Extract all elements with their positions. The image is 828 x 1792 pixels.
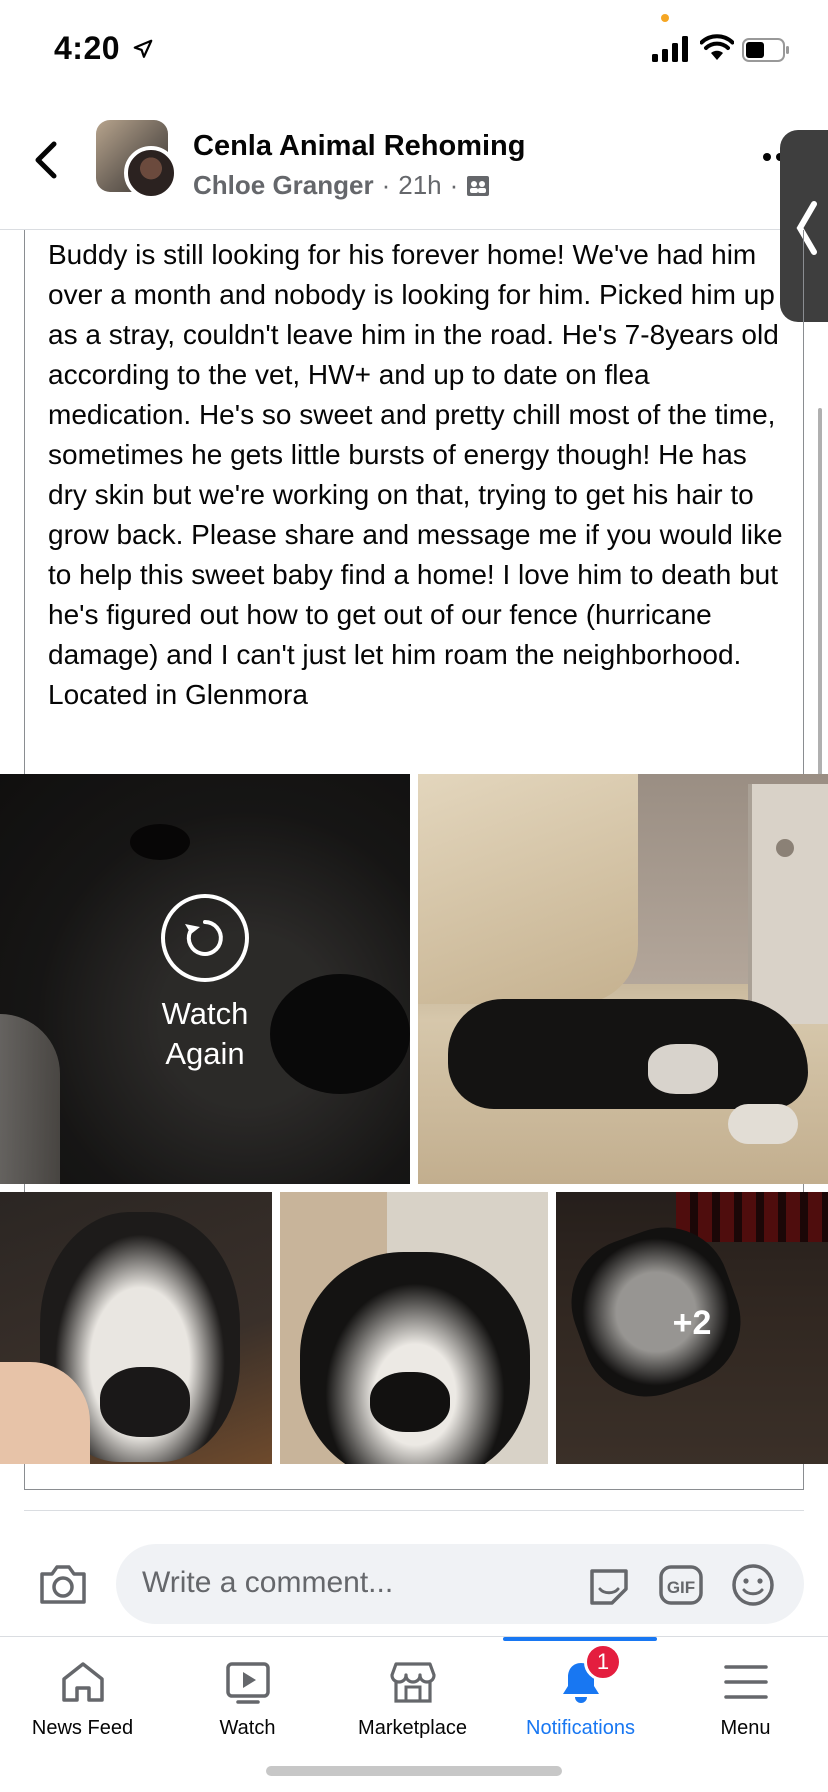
nav-label: Notifications: [526, 1717, 635, 1739]
post-header: Cenla Animal Rehoming Chloe Granger · 21…: [0, 100, 828, 230]
divider: [24, 1510, 804, 1511]
comment-bar: Write a comment... GIF: [0, 1530, 828, 1636]
location-arrow-icon: [133, 39, 153, 58]
sticker-icon[interactable]: [586, 1563, 632, 1607]
nav-label: Marketplace: [358, 1717, 467, 1739]
back-chevron-icon[interactable]: [30, 140, 64, 180]
photo-detail: [418, 774, 638, 1004]
post-text: Buddy is still looking for his forever h…: [48, 239, 783, 710]
svg-text:GIF: GIF: [667, 1578, 695, 1597]
marketplace-icon: [389, 1662, 436, 1703]
notification-badge: 1: [584, 1643, 622, 1681]
more-photos-count: +2: [672, 1304, 712, 1342]
group-members-privacy-icon: [467, 175, 490, 196]
nav-menu[interactable]: Menu: [663, 1637, 828, 1757]
photo-dog-closeup[interactable]: [0, 1192, 272, 1464]
cellular-signal-icon: [652, 36, 688, 62]
post-time[interactable]: 21h: [398, 170, 441, 201]
watch-again-label: Watch Again: [161, 996, 249, 1071]
nav-news-feed[interactable]: News Feed: [0, 1637, 165, 1757]
wifi-icon: [700, 34, 734, 60]
nav-label: News Feed: [31, 1717, 134, 1739]
menu-icon: [723, 1665, 768, 1699]
photo-more[interactable]: +2: [556, 1192, 828, 1464]
nav-notifications[interactable]: Notifications: [498, 1637, 663, 1757]
nav-label: Watch: [219, 1717, 276, 1739]
meta-separator: ·: [381, 170, 391, 200]
photo-detail: [300, 1252, 530, 1464]
photo-detail: [370, 1372, 450, 1432]
photo-detail: [448, 999, 808, 1109]
photo-detail: [648, 1044, 718, 1094]
group-name[interactable]: Cenla Animal Rehoming: [193, 130, 525, 163]
status-time: 4:20: [54, 30, 121, 66]
post-meta: Chloe Granger · 21h ·: [193, 170, 490, 201]
meta-separator: ·: [449, 170, 459, 200]
gif-icon[interactable]: GIF: [658, 1563, 704, 1607]
author-avatar[interactable]: [124, 146, 178, 200]
photo-detail: [728, 1104, 798, 1144]
nav-watch[interactable]: Watch: [165, 1637, 330, 1757]
camera-icon[interactable]: [38, 1562, 88, 1606]
photo-detail: [748, 784, 828, 1024]
replay-button[interactable]: [161, 894, 249, 982]
photo-dog-on-couch[interactable]: [418, 774, 828, 1184]
photo-dog-portrait[interactable]: [280, 1192, 548, 1464]
battery-icon: [742, 38, 789, 62]
author-name[interactable]: Chloe Granger: [193, 170, 374, 201]
video-thumbnail[interactable]: Watch Again: [0, 774, 410, 1184]
home-indicator[interactable]: [266, 1766, 562, 1776]
photo-detail: [776, 839, 794, 857]
nav-label: Menu: [720, 1717, 771, 1739]
status-bar: 4:20: [0, 0, 828, 100]
privacy-indicator-dot: [661, 14, 669, 22]
comment-input[interactable]: Write a comment... GIF: [116, 1544, 804, 1624]
watch-icon: [225, 1662, 270, 1704]
home-icon: [61, 1662, 104, 1702]
comment-placeholder: Write a comment...: [142, 1566, 394, 1599]
photo-detail: [100, 1367, 190, 1437]
nav-marketplace[interactable]: Marketplace: [330, 1637, 495, 1757]
replay-icon: [185, 920, 223, 956]
emoji-icon[interactable]: [730, 1563, 776, 1607]
